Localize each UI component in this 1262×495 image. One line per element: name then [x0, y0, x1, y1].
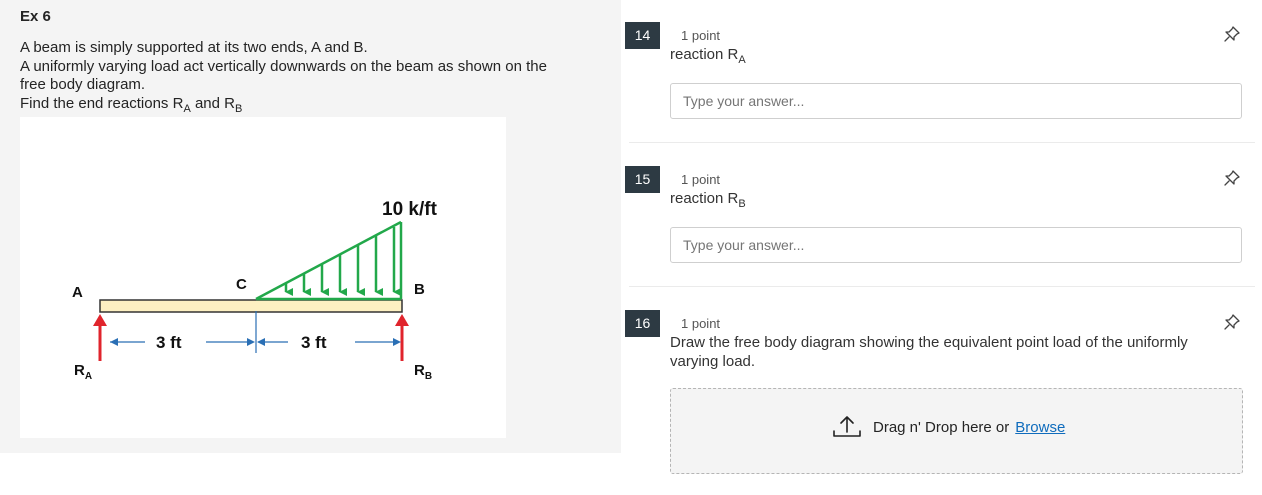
reaction-arrow-b: [395, 314, 409, 361]
pin-icon[interactable]: [1223, 25, 1241, 43]
question-points: 1 point: [681, 316, 721, 331]
distributed-load: [255, 220, 403, 301]
question-points: 1 point: [681, 28, 721, 43]
question-text: reaction RA: [670, 46, 746, 66]
question-16: 16 1 point Draw the free body diagram sh…: [625, 310, 1255, 380]
reaction-arrow-a: [93, 314, 107, 361]
problem-line: A uniformly varying load act vertically …: [20, 57, 547, 75]
browse-link[interactable]: Browse: [1015, 419, 1065, 436]
question-points: 1 point: [681, 172, 721, 187]
question-text: reaction RB: [670, 190, 746, 210]
question-number: 15: [625, 166, 660, 193]
divider: [629, 286, 1255, 287]
problem-line: Find the end reactions RA and RB: [20, 94, 243, 115]
answer-input-15[interactable]: [670, 227, 1242, 263]
dropzone-text: Drag n' Drop here or: [873, 418, 1010, 436]
dimension-lines: [110, 311, 401, 353]
free-body-diagram: 10 k/ft A C B 3 ft 3 ft RA RB: [20, 117, 506, 438]
label-c: C: [236, 276, 247, 293]
divider: [629, 142, 1255, 143]
answer-input-14[interactable]: [670, 83, 1242, 119]
label-ra: RA: [74, 362, 92, 382]
problem-statement: A beam is simply supported at its two en…: [20, 39, 600, 115]
ra-symbol: RA: [172, 94, 191, 115]
question-number: 16: [625, 310, 660, 337]
file-dropzone[interactable]: Drag n' Drop here or Browse: [670, 388, 1243, 474]
label-b: B: [414, 281, 425, 298]
label-a: A: [72, 284, 83, 301]
load-label: 10 k/ft: [382, 199, 438, 220]
question-15: 15 1 point reaction RB: [625, 166, 1255, 276]
upload-icon: [833, 416, 861, 437]
problem-line: A beam is simply supported at its two en…: [20, 39, 368, 56]
load-arrows: [284, 227, 401, 296]
pin-icon[interactable]: [1223, 169, 1241, 187]
beam: [99, 299, 403, 313]
dimension-label: 3 ft: [156, 333, 182, 352]
question-text: Draw the free body diagram showing the e…: [670, 334, 1188, 370]
question-14: 14 1 point reaction RA: [625, 22, 1255, 132]
dimension-label: 3 ft: [301, 333, 327, 352]
pin-icon[interactable]: [1223, 313, 1241, 331]
rb-symbol: RB: [224, 94, 243, 115]
problem-line: free body diagram.: [20, 76, 146, 93]
exercise-title: Ex 6: [20, 8, 51, 25]
label-rb: RB: [414, 362, 432, 382]
question-number: 14: [625, 22, 660, 49]
exercise-panel: Ex 6 A beam is simply supported at its t…: [0, 0, 621, 453]
